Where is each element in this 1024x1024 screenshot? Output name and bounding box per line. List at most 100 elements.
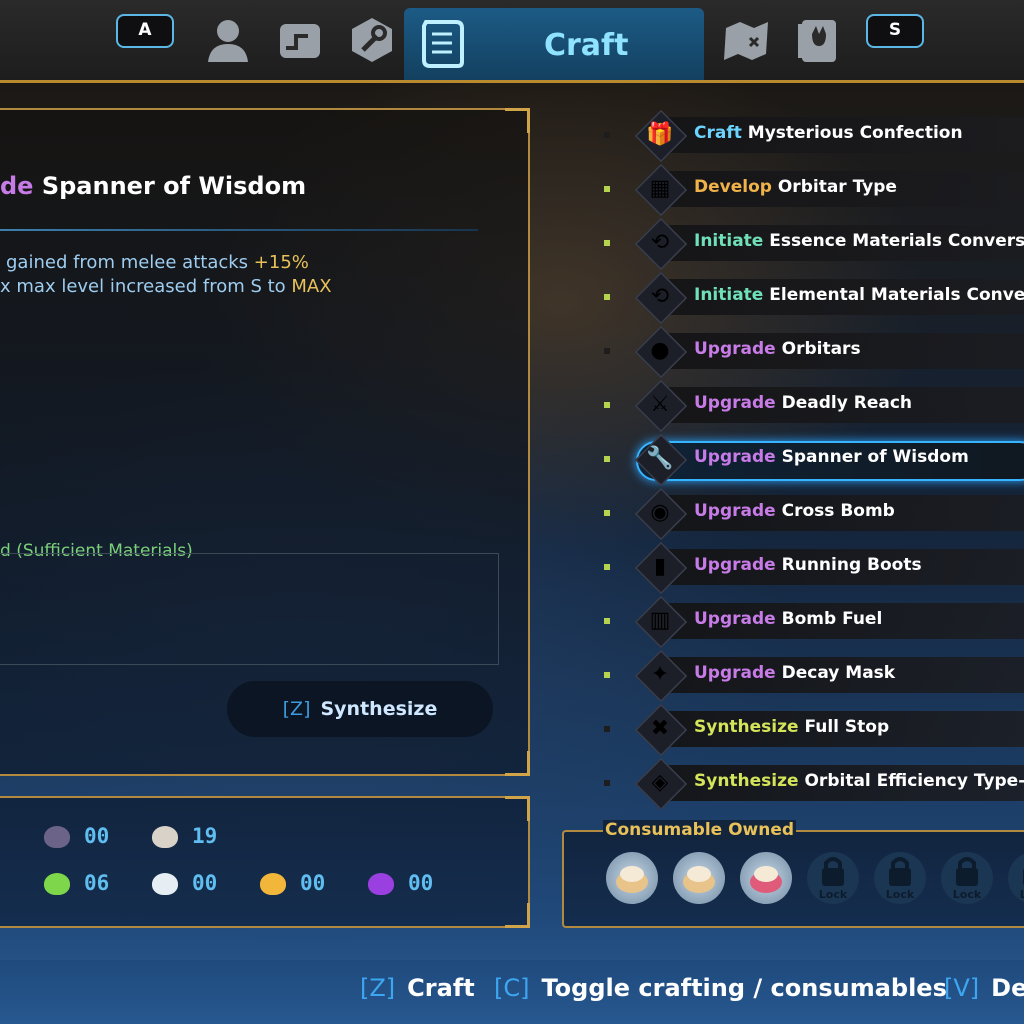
recipe-label: Upgrade Bomb Fuel (694, 609, 883, 629)
recipe-row[interactable]: ⟲ Initiate Essence Materials Conversion (600, 217, 1024, 271)
status-bullet (604, 672, 610, 678)
recipe-label: Develop Orbitar Type (694, 177, 897, 197)
locked-slot[interactable]: Lock (941, 852, 993, 904)
tab-craft-label: Craft (544, 28, 629, 63)
status-bullet (604, 510, 610, 516)
recipe-label: Synthesize Full Stop (694, 717, 890, 737)
status-bullet (604, 726, 610, 732)
recipe-item-icon: ◉ (650, 500, 670, 525)
treasure-map-icon[interactable] (720, 14, 772, 66)
recipe-row[interactable]: ◉ Upgrade Cross Bomb (600, 487, 1024, 541)
status-bullet (604, 780, 610, 786)
recipe-label: Upgrade Decay Mask (694, 663, 896, 683)
material-icon (44, 873, 70, 895)
recipe-item-icon: 🎁 (646, 122, 674, 147)
recipe-item-icon: ⟲ (650, 284, 670, 309)
synthesize-label: Synthesize (320, 698, 438, 720)
recipe-label: Upgrade Running Boots (694, 555, 922, 575)
effect-line-2: x max level increased from S to MAX (0, 276, 332, 297)
recipe-label: Initiate Essence Materials Conversion (694, 231, 1024, 251)
status-bullet (604, 186, 610, 192)
recipe-row[interactable]: ✦ Upgrade Decay Mask (600, 649, 1024, 703)
recipe-item-icon: ● (650, 338, 670, 363)
recipe-row[interactable]: ▥ Upgrade Bomb Fuel (600, 595, 1024, 649)
material-icon (44, 826, 70, 848)
recipe-row[interactable]: 🎁 Craft Mysterious Confection (600, 109, 1024, 163)
recipe-row[interactable]: ⟲ Initiate Elemental Materials Conversion (600, 271, 1024, 325)
recipe-label: Upgrade Spanner of Wisdom (694, 447, 969, 467)
recipe-label: Upgrade Orbitars (694, 339, 861, 359)
recipe-item-icon: ⚔ (650, 392, 670, 417)
status-bullet (604, 618, 610, 624)
cream-puff-icon (683, 866, 715, 893)
panel-corner-ornament (505, 796, 530, 821)
lock-icon (889, 857, 911, 886)
lock-icon (1023, 868, 1024, 886)
hint-craft: [Z] Craft (360, 974, 475, 1002)
recipe-row[interactable]: ✖ Synthesize Full Stop (600, 703, 1024, 757)
title-divider (0, 229, 478, 231)
recipe-label: Craft Mysterious Confection (694, 123, 963, 143)
recipe-row[interactable]: ◈ Synthesize Orbital Efficiency Type-B (600, 757, 1024, 811)
status-bullet (604, 348, 610, 354)
material-icon (152, 826, 178, 848)
panel-corner-ornament (505, 751, 530, 776)
recipe-title: de Spanner of Wisdom (0, 172, 306, 200)
recipe-row[interactable]: 🔧 Upgrade Spanner of Wisdom (600, 433, 1024, 487)
consumables-label: Consumable Owned (603, 820, 797, 840)
recipe-detail-panel (0, 108, 530, 776)
next-tab-key[interactable]: S (866, 14, 924, 48)
status-bullet (604, 132, 610, 138)
materials-box (0, 553, 499, 665)
locked-slot[interactable]: Lock (874, 852, 926, 904)
recipe-item-icon: ▮ (653, 554, 667, 579)
panel-corner-ornament (505, 108, 530, 133)
recipe-item-icon: ✖ (650, 716, 670, 741)
map-scroll-icon[interactable] (274, 14, 326, 66)
panel-corner-ornament (505, 903, 530, 928)
recipe-title-name: Spanner of Wisdom (41, 172, 307, 200)
lock-icon (956, 857, 978, 886)
recipe-item-icon: 🔧 (646, 446, 674, 471)
recipe-row[interactable]: ▦ Develop Orbitar Type (600, 163, 1024, 217)
recipe-row[interactable]: ● Upgrade Orbitars (600, 325, 1024, 379)
status-bullet (604, 456, 610, 462)
recipe-label: Initiate Elemental Materials Conversion (694, 285, 1024, 305)
status-bullet (604, 564, 610, 570)
menu-tab-bar: A Craft S (0, 0, 1024, 83)
locked-slot[interactable]: Lock (807, 852, 859, 904)
status-bullet (604, 294, 610, 300)
cream-puff-slot[interactable] (673, 852, 725, 904)
wrench-icon[interactable] (346, 14, 398, 66)
recipe-item-icon: ✦ (650, 662, 670, 687)
material-icon (260, 873, 286, 895)
recipe-item-icon: ⟲ (650, 230, 670, 255)
tab-craft[interactable]: Craft (404, 8, 704, 80)
recipe-item-icon: ▥ (649, 608, 671, 633)
locked-slot[interactable]: Lock (1008, 852, 1024, 904)
recipe-item-icon: ◈ (651, 770, 669, 795)
recipe-row[interactable]: ▮ Upgrade Running Boots (600, 541, 1024, 595)
rainbow-cake-slot[interactable] (740, 852, 792, 904)
material-icon (368, 873, 394, 895)
hint-toggle: [C] Toggle crafting / consumables (494, 974, 947, 1002)
prev-tab-key[interactable]: A (116, 14, 174, 48)
hint-third: [V] De (944, 974, 1024, 1002)
synthesize-key-hint: [Z] (282, 698, 311, 720)
effect-line-1: gained from melee attacks +15% (6, 252, 309, 273)
status-bullet (604, 240, 610, 246)
cream-puff-icon (616, 866, 648, 893)
material-icon (152, 873, 178, 895)
journal-icon[interactable] (792, 14, 844, 66)
materials-inventory-panel (0, 796, 530, 928)
recipe-item-icon: ▦ (649, 176, 671, 201)
recipe-label: Synthesize Orbital Efficiency Type-B (694, 771, 1024, 791)
cream-puff-slot[interactable] (606, 852, 658, 904)
lock-icon (822, 857, 844, 886)
synthesize-button[interactable]: [Z] Synthesize (227, 681, 493, 737)
recipe-title-verb: de (0, 172, 34, 200)
recipe-label: Upgrade Cross Bomb (694, 501, 895, 521)
recipe-row[interactable]: ⚔ Upgrade Deadly Reach (600, 379, 1024, 433)
character-icon[interactable] (202, 14, 254, 66)
status-bullet (604, 402, 610, 408)
